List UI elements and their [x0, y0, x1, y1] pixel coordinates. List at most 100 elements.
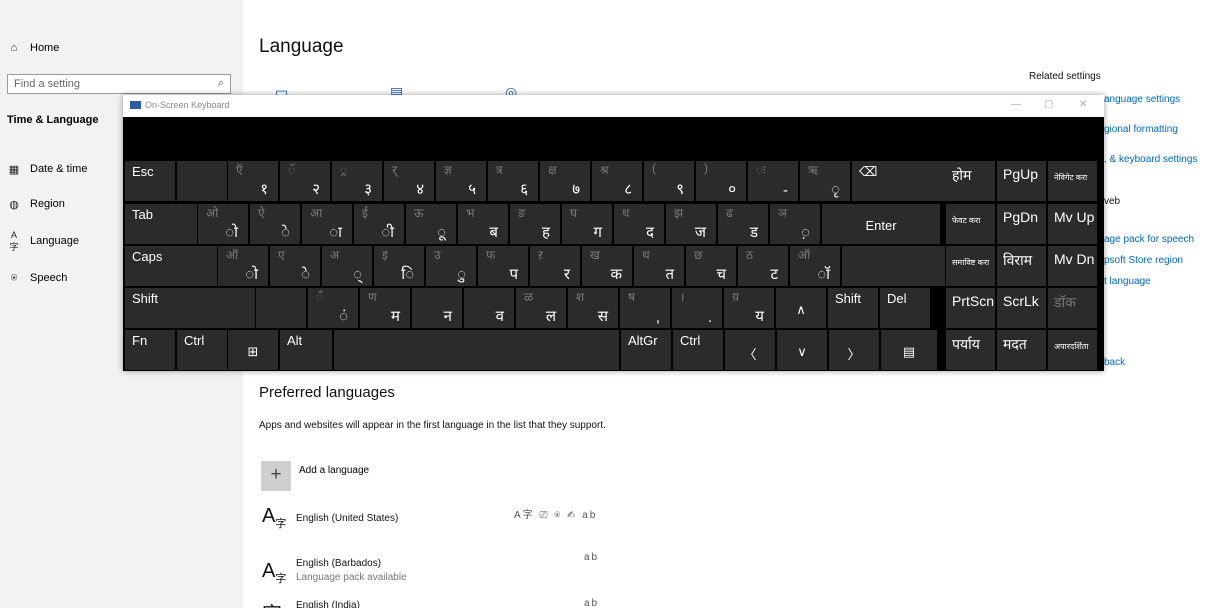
key-side[interactable]: समाविष्ट करा: [946, 246, 995, 286]
key-side[interactable]: होम: [946, 161, 995, 201]
key-char[interactable]: ) ०: [696, 161, 746, 201]
key-char[interactable]: णम: [360, 288, 410, 328]
key-side[interactable]: फेवट करा: [946, 204, 995, 244]
key-char[interactable]: क्ष ७: [540, 161, 590, 201]
key-char[interactable]: ङह: [510, 204, 560, 244]
key-char[interactable]: ठट: [738, 246, 788, 286]
maximize-icon[interactable]: ▢: [1044, 99, 1053, 110]
key-char[interactable]: उु: [426, 246, 476, 286]
nav-region[interactable]: ◍ Region: [7, 194, 65, 214]
key-up-arrow[interactable]: ∧: [776, 288, 826, 328]
link-regional-formatting[interactable]: gional formatting: [1104, 124, 1178, 135]
link-keyboard-settings[interactable]: , & keyboard settings: [1104, 154, 1197, 165]
key-char[interactable]: आा: [302, 204, 352, 244]
key-shift-left[interactable]: Shift: [125, 288, 255, 328]
link-admin-language-settings[interactable]: anguage settings: [1104, 94, 1180, 105]
key-side[interactable]: PgUp: [997, 161, 1046, 201]
key-char[interactable]: ऍ१: [228, 161, 278, 201]
close-icon[interactable]: ✕: [1079, 99, 1087, 110]
key-side[interactable]: विराम: [997, 246, 1046, 286]
key-char[interactable]: ऑॉ: [790, 246, 840, 286]
key-fn[interactable]: Fn: [125, 330, 175, 370]
key-ctrl[interactable]: Ctrl: [177, 330, 227, 370]
key-char[interactable]: छच: [686, 246, 736, 286]
nav-date-time[interactable]: ▦ Date & time: [7, 159, 88, 179]
add-language-label[interactable]: Add a language: [299, 465, 369, 476]
nav-language[interactable]: A字 Language: [7, 230, 78, 252]
key-shift-right[interactable]: Shift: [828, 288, 878, 328]
key-side[interactable]: Mv Dn: [1048, 246, 1097, 286]
key-char[interactable]: फप: [478, 246, 528, 286]
key-char[interactable]: श्र ८: [592, 161, 642, 201]
key-side[interactable]: Mv Up: [1048, 204, 1097, 244]
key-ctrl-right[interactable]: Ctrl: [673, 330, 723, 370]
key-side[interactable]: डॉक: [1048, 288, 1097, 328]
key-char[interactable]: न: [412, 288, 462, 328]
key-char[interactable]: ञ़: [770, 204, 820, 244]
key-char[interactable]: एे: [270, 246, 320, 286]
key-blank[interactable]: [177, 161, 227, 201]
key-char[interactable]: (९: [644, 161, 694, 201]
add-language-button[interactable]: +: [261, 461, 291, 491]
key-enter[interactable]: Enter: [822, 204, 940, 244]
key-side[interactable]: PrtScn: [946, 288, 995, 328]
key-char[interactable]: ऱर: [530, 246, 580, 286]
key-char[interactable]: ऋृ: [800, 161, 850, 201]
key-char[interactable]: ्र ३: [332, 161, 382, 201]
language-item-name[interactable]: English (India): [296, 600, 360, 608]
key-windows[interactable]: ⊞: [228, 330, 278, 370]
key-down-arrow[interactable]: ∨: [777, 330, 827, 370]
language-item-name[interactable]: English (United States): [296, 513, 398, 524]
key-char[interactable]: त्र ६: [488, 161, 538, 201]
osk-title-bar[interactable]: On-Screen Keyboard — ▢ ✕: [123, 95, 1104, 117]
key-side[interactable]: मदत: [997, 330, 1046, 370]
key-char[interactable]: ळल: [516, 288, 566, 328]
key-del[interactable]: Del: [880, 288, 930, 328]
key-char[interactable]: ष,: [620, 288, 670, 328]
key-side[interactable]: पर्याय: [946, 330, 995, 370]
key-alt[interactable]: Alt: [280, 330, 332, 370]
key-menu[interactable]: ▤: [881, 330, 937, 370]
key-char[interactable]: ँं: [308, 288, 358, 328]
key-char[interactable]: ।.: [672, 288, 722, 328]
key-tab[interactable]: Tab: [125, 204, 197, 244]
link-store-region[interactable]: psoft Store region: [1104, 255, 1183, 266]
key-right-arrow[interactable]: 〉: [829, 330, 879, 370]
key-side[interactable]: ScrLk: [997, 288, 1046, 328]
nav-home[interactable]: ⌂ Home: [7, 38, 60, 58]
key-altgr[interactable]: AltGr: [621, 330, 671, 370]
key-char[interactable]: खक: [582, 246, 632, 286]
key-blank[interactable]: [842, 246, 945, 286]
link-feedback[interactable]: back: [1104, 357, 1125, 368]
key-esc[interactable]: Esc: [125, 161, 175, 201]
key-char[interactable]: ओो: [198, 204, 248, 244]
key-caps[interactable]: Caps: [125, 246, 217, 286]
key-left-arrow[interactable]: 〈: [725, 330, 775, 370]
key-char[interactable]: धद: [614, 204, 664, 244]
minimize-icon[interactable]: —: [1011, 99, 1021, 110]
key-char[interactable]: ढड: [718, 204, 768, 244]
language-item-name[interactable]: English (Barbados): [296, 558, 381, 569]
link-language-pack-speech[interactable]: age pack for speech: [1104, 234, 1194, 245]
key-char[interactable]: झज: [666, 204, 716, 244]
key-char[interactable]: घग: [562, 204, 612, 244]
key-side[interactable]: नेविगेट करा: [1048, 161, 1097, 201]
key-char[interactable]: ः -: [748, 161, 798, 201]
key-char[interactable]: ऐे: [250, 204, 300, 244]
key-char[interactable]: ॅ २: [280, 161, 330, 201]
key-char[interactable]: इि: [374, 246, 424, 286]
key-char[interactable]: ऊू: [406, 204, 456, 244]
key-space[interactable]: [334, 330, 619, 370]
key-char[interactable]: भब: [458, 204, 508, 244]
nav-speech[interactable]: ⍟ Speech: [7, 268, 68, 288]
key-side[interactable]: PgDn: [997, 204, 1046, 244]
key-char[interactable]: शस: [568, 288, 618, 328]
key-char[interactable]: र् ४: [384, 161, 434, 201]
search-input[interactable]: Find a setting ⌕: [7, 74, 231, 94]
key-char[interactable]: अ्: [322, 246, 372, 286]
key-char[interactable]: थत: [634, 246, 684, 286]
key-char[interactable]: ईी: [354, 204, 404, 244]
key-side[interactable]: अपारदर्शिता: [1048, 330, 1097, 370]
link-language[interactable]: t language: [1104, 276, 1151, 287]
key-char[interactable]: ऑो: [218, 246, 268, 286]
